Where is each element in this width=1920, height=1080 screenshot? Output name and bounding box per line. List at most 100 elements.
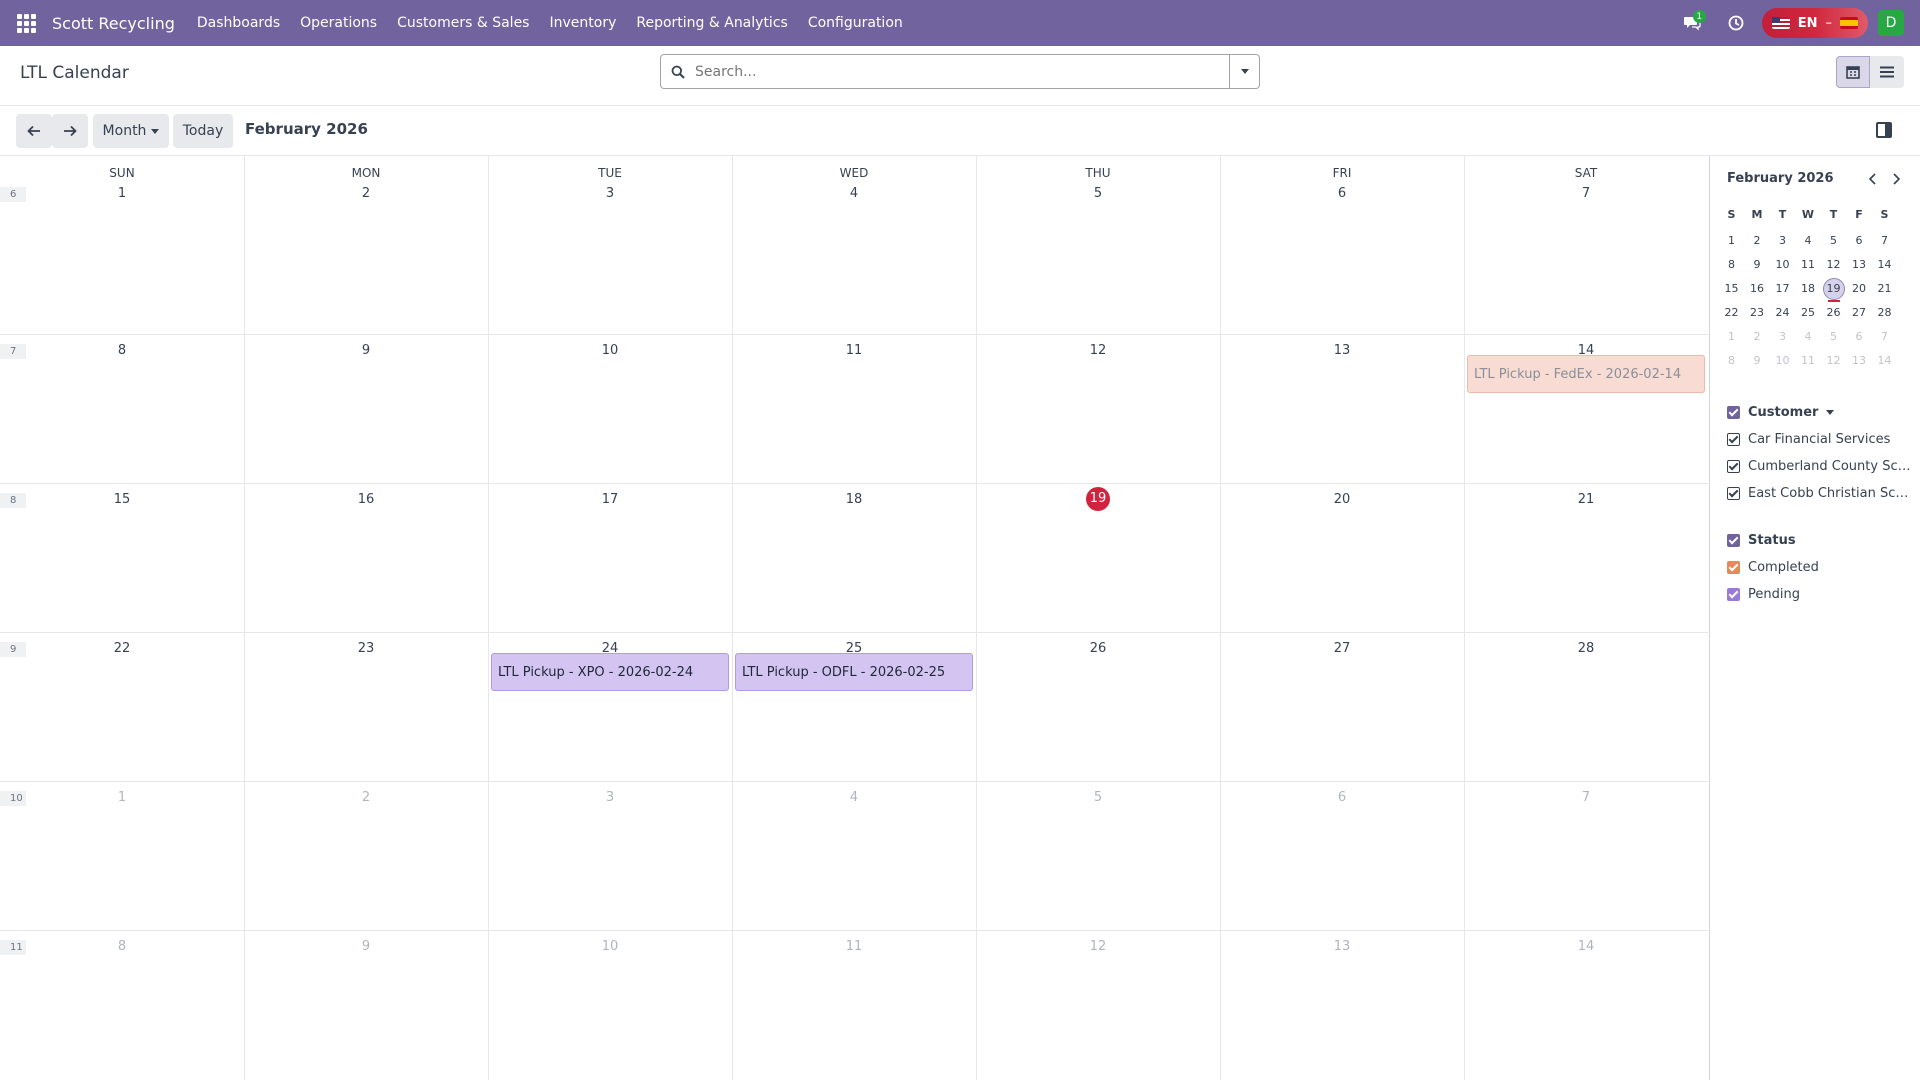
mini-day[interactable]: 10 xyxy=(1770,255,1795,275)
customer-filter-header[interactable]: Customer xyxy=(1727,405,1835,420)
mini-day[interactable]: 12 xyxy=(1821,255,1846,275)
day-number[interactable]: 16 xyxy=(244,492,488,507)
mini-day[interactable]: 2 xyxy=(1745,231,1770,251)
mini-day[interactable]: 13 xyxy=(1847,351,1872,371)
mini-day[interactable]: 2 xyxy=(1745,327,1770,347)
menu-configuration[interactable]: Configuration xyxy=(798,0,913,46)
mini-day[interactable]: 23 xyxy=(1745,303,1770,323)
day-number[interactable]: 10 xyxy=(488,939,732,954)
day-number[interactable]: 2 xyxy=(244,186,488,201)
search-options-toggle[interactable] xyxy=(1229,55,1259,88)
day-number[interactable]: 17 xyxy=(488,492,732,507)
day-number[interactable]: 19 xyxy=(976,487,1220,511)
mini-day[interactable]: 18 xyxy=(1796,279,1821,299)
day-number[interactable]: 8 xyxy=(0,939,244,954)
mini-day[interactable]: 5 xyxy=(1821,327,1846,347)
checkbox-checked-icon[interactable] xyxy=(1727,588,1740,601)
day-number[interactable]: 8 xyxy=(0,343,244,358)
day-number[interactable]: 6 xyxy=(1220,790,1464,805)
day-number[interactable]: 13 xyxy=(1220,343,1464,358)
day-number[interactable]: 1 xyxy=(0,186,244,201)
mini-day[interactable]: 4 xyxy=(1796,231,1821,251)
menu-inventory[interactable]: Inventory xyxy=(539,0,626,46)
day-number[interactable]: 4 xyxy=(732,186,976,201)
checkbox-checked-icon[interactable] xyxy=(1727,460,1740,473)
mini-day[interactable]: 9 xyxy=(1745,351,1770,371)
mini-day[interactable]: 19 xyxy=(1821,278,1846,302)
day-number[interactable]: 26 xyxy=(976,641,1220,656)
mini-day[interactable]: 8 xyxy=(1719,351,1744,371)
mini-day[interactable]: 14 xyxy=(1872,351,1897,371)
day-number[interactable]: 23 xyxy=(244,641,488,656)
previous-period-button[interactable] xyxy=(16,114,52,148)
next-period-button[interactable] xyxy=(52,114,88,148)
checkbox-checked-icon[interactable] xyxy=(1727,534,1740,547)
day-number[interactable]: 11 xyxy=(732,939,976,954)
mini-day[interactable]: 9 xyxy=(1745,255,1770,275)
mini-day[interactable]: 3 xyxy=(1770,231,1795,251)
list-view-button[interactable] xyxy=(1870,56,1904,88)
mini-day[interactable]: 14 xyxy=(1872,255,1897,275)
checkbox-checked-icon[interactable] xyxy=(1727,561,1740,574)
mini-day[interactable]: 27 xyxy=(1847,303,1872,323)
mini-day[interactable]: 24 xyxy=(1770,303,1795,323)
day-number[interactable]: 28 xyxy=(1464,641,1708,656)
day-number[interactable]: 12 xyxy=(976,939,1220,954)
menu-reporting-analytics[interactable]: Reporting & Analytics xyxy=(626,0,797,46)
day-number[interactable]: 7 xyxy=(1464,186,1708,201)
scale-dropdown[interactable]: Month xyxy=(93,114,169,148)
mini-day[interactable]: 4 xyxy=(1796,327,1821,347)
day-number[interactable]: 12 xyxy=(976,343,1220,358)
customer-filter-item[interactable]: Cumberland County Schools xyxy=(1727,459,1912,474)
brand-name[interactable]: Scott Recycling xyxy=(52,14,175,33)
day-number[interactable]: 18 xyxy=(732,492,976,507)
status-filter-item[interactable]: Pending xyxy=(1727,587,1912,602)
checkbox-checked-icon[interactable] xyxy=(1727,433,1740,446)
day-cell[interactable] xyxy=(488,182,732,333)
day-number[interactable]: 2 xyxy=(244,790,488,805)
day-number[interactable]: 13 xyxy=(1220,939,1464,954)
mini-day[interactable]: 16 xyxy=(1745,279,1770,299)
day-cell[interactable] xyxy=(976,182,1220,333)
mini-day[interactable]: 17 xyxy=(1770,279,1795,299)
day-number[interactable]: 20 xyxy=(1220,492,1464,507)
mini-day[interactable]: 15 xyxy=(1719,279,1744,299)
day-number[interactable]: 10 xyxy=(488,343,732,358)
day-number[interactable]: 15 xyxy=(0,492,244,507)
messages-button[interactable]: 1 xyxy=(1670,0,1714,46)
mini-day[interactable]: 25 xyxy=(1796,303,1821,323)
search-input[interactable] xyxy=(695,56,1229,87)
day-number[interactable]: 3 xyxy=(488,790,732,805)
day-number[interactable]: 3 xyxy=(488,186,732,201)
day-cell[interactable] xyxy=(0,182,244,333)
today-button[interactable]: Today xyxy=(173,114,233,148)
status-filter-item[interactable]: Completed xyxy=(1727,560,1912,575)
menu-operations[interactable]: Operations xyxy=(290,0,387,46)
day-number[interactable]: 9 xyxy=(244,343,488,358)
calendar-event[interactable]: LTL Pickup - XPO - 2026-02-24 xyxy=(491,653,729,691)
activities-button[interactable] xyxy=(1714,0,1758,46)
mini-day[interactable]: 7 xyxy=(1872,327,1897,347)
mini-day[interactable]: 1 xyxy=(1719,231,1744,251)
day-number[interactable]: 9 xyxy=(244,939,488,954)
mini-day[interactable]: 6 xyxy=(1847,231,1872,251)
day-number[interactable]: 7 xyxy=(1464,790,1708,805)
day-number[interactable]: 22 xyxy=(0,641,244,656)
mini-day[interactable]: 5 xyxy=(1821,231,1846,251)
day-cell[interactable] xyxy=(244,182,488,333)
day-cell[interactable] xyxy=(732,182,976,333)
day-number[interactable]: 4 xyxy=(732,790,976,805)
checkbox-checked-icon[interactable] xyxy=(1727,406,1740,419)
customer-filter-item[interactable]: Car Financial Services xyxy=(1727,432,1912,447)
mini-day[interactable]: 8 xyxy=(1719,255,1744,275)
day-number[interactable]: 6 xyxy=(1220,186,1464,201)
language-switcher[interactable]: EN – xyxy=(1761,8,1868,38)
mini-day[interactable]: 13 xyxy=(1847,255,1872,275)
mini-day[interactable]: 7 xyxy=(1872,231,1897,251)
mini-day[interactable]: 26 xyxy=(1821,303,1846,323)
day-cell[interactable] xyxy=(1464,182,1708,333)
calendar-event[interactable]: LTL Pickup - ODFL - 2026-02-25 xyxy=(735,653,973,691)
mini-day[interactable]: 12 xyxy=(1821,351,1846,371)
mini-day[interactable]: 1 xyxy=(1719,327,1744,347)
day-number[interactable]: 11 xyxy=(732,343,976,358)
